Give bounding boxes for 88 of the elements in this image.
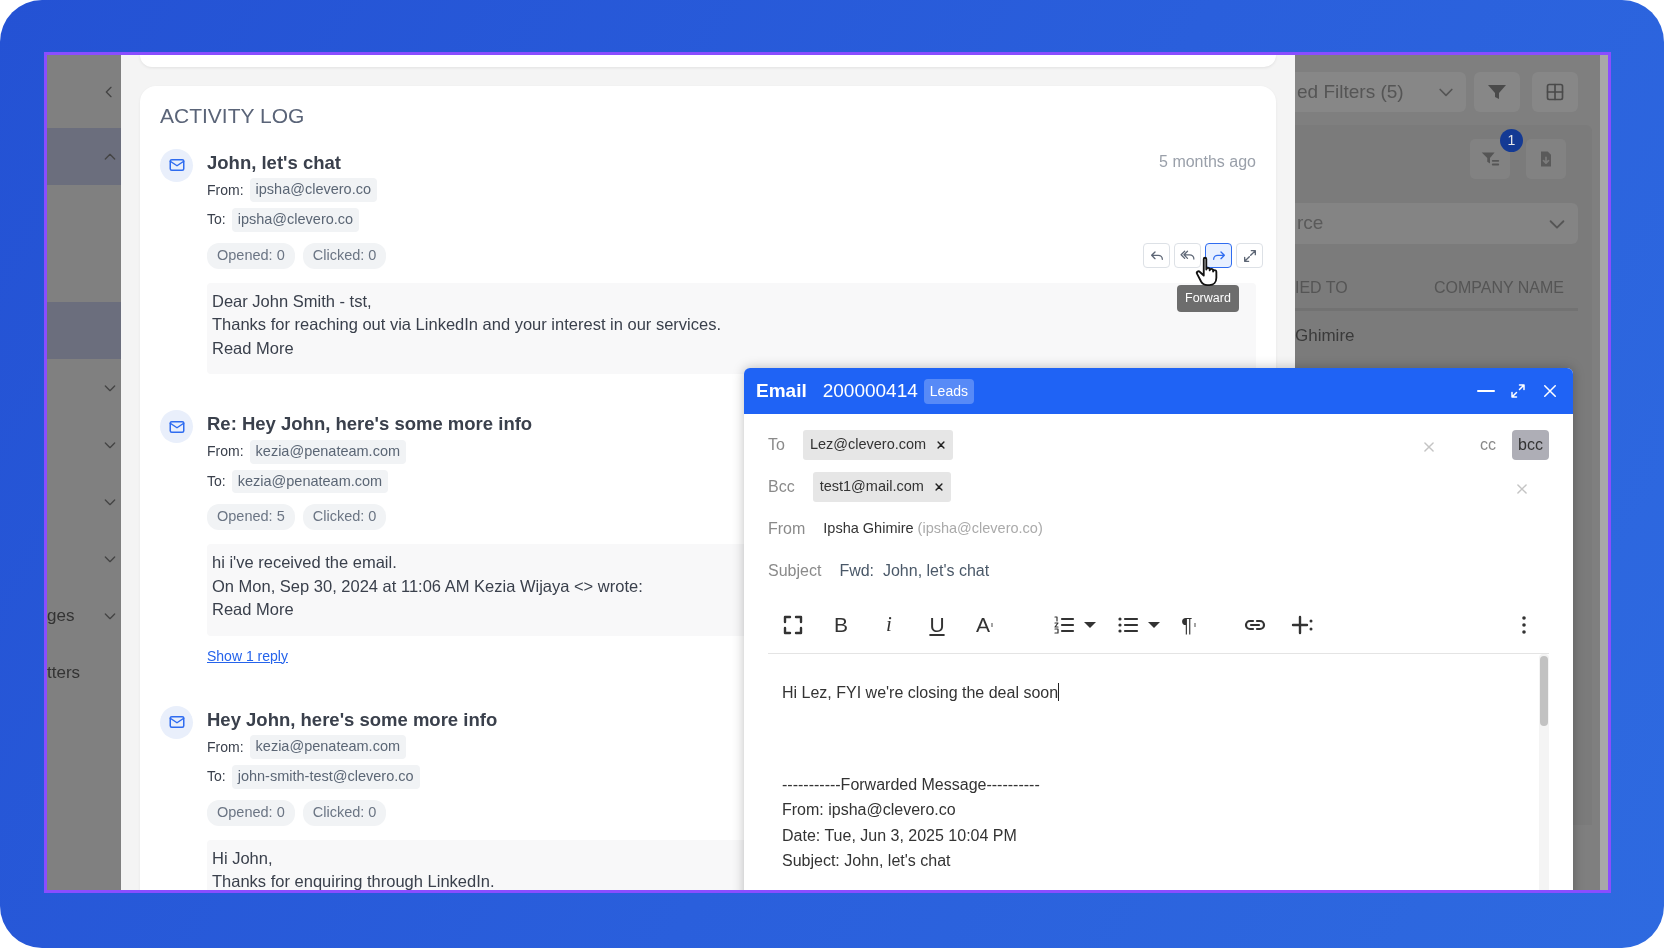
- forwarded-text: -----------Forwarded Message----------: [782, 774, 1041, 795]
- recipient-toggle[interactable]: cc: [1474, 430, 1503, 460]
- record-id: 200000414: [822, 378, 918, 403]
- tooltip: Forward: [1177, 285, 1239, 312]
- forwarded-text: From: ipsha@clevero.co: [782, 800, 957, 820]
- recipient-chip[interactable]: Lez@clevero.com: [802, 430, 954, 460]
- close-icon: [1515, 481, 1529, 496]
- read-more-link[interactable]: Read More: [212, 336, 294, 360]
- message-text[interactable]: Hi Lez, FYI we're closing the deal soon: [782, 680, 1525, 706]
- text-cursor: [1058, 683, 1060, 701]
- grid-view-button[interactable]: [1532, 72, 1578, 112]
- opened-count: Opened: 0: [207, 242, 295, 269]
- field-label: Bcc: [768, 477, 795, 497]
- export-button[interactable]: [1526, 139, 1566, 179]
- reply-button[interactable]: [1143, 243, 1170, 269]
- email-preview-text: Hi John,: [212, 847, 273, 869]
- minimize-icon: [1477, 389, 1495, 393]
- email-subject[interactable]: John, let's chat: [207, 148, 341, 177]
- close-icon: [1422, 439, 1437, 454]
- sender-name: Ipsha Ghimire: [823, 519, 914, 539]
- recipient-address: ipsha@clevero.co: [231, 208, 360, 232]
- close-button[interactable]: [1541, 382, 1559, 400]
- mail-icon: [167, 713, 186, 731]
- reply-all-button[interactable]: [1174, 243, 1201, 269]
- forwarded-text: Date: Tue, Jun 3, 2025 10:04 PM: [782, 825, 1018, 846]
- recipient-chip[interactable]: test1@mail.com: [812, 472, 951, 502]
- sender-address: kezia@penateam.com: [249, 735, 407, 759]
- field-label: To:: [207, 471, 226, 491]
- mail-icon: [167, 156, 186, 174]
- forwarded-text: Subject: John, let's chat: [782, 851, 952, 871]
- remove-icon: [936, 440, 947, 450]
- show-replies-link[interactable]: Show 1 reply: [207, 645, 288, 667]
- expand-button[interactable]: [1236, 243, 1263, 269]
- scroll-thumb[interactable]: [1540, 656, 1548, 726]
- underline-button[interactable]: U: [924, 608, 950, 641]
- field-label: From:: [207, 442, 244, 462]
- record-tag: Leads: [923, 378, 974, 404]
- section-title: ACTIVITY LOG: [160, 103, 306, 129]
- expand-arrows-icon: [1241, 247, 1258, 264]
- opened-count: Opened: 0: [207, 799, 295, 826]
- clicked-count: Clicked: 0: [302, 799, 387, 826]
- bold-button[interactable]: B: [828, 608, 854, 641]
- paragraph-format-button[interactable]: ¶: [1176, 608, 1202, 641]
- sender-address: (ipsha@clevero.co): [917, 519, 1043, 539]
- close-icon: [1541, 382, 1559, 400]
- field-label: To:: [207, 767, 226, 787]
- sender-address: kezia@penateam.com: [249, 439, 407, 464]
- sender-address: ipsha@clevero.co: [249, 178, 378, 202]
- subject-field[interactable]: Fwd: John, let's chat: [839, 559, 990, 583]
- field-label: From:: [207, 180, 244, 200]
- field-label: To: [768, 435, 785, 455]
- italic-button[interactable]: i: [876, 608, 902, 641]
- editor-scrollbar[interactable]: [1539, 654, 1549, 890]
- grid-icon: [1545, 82, 1565, 102]
- read-more-link[interactable]: Read More: [212, 598, 294, 622]
- font-size-button[interactable]: A: [972, 608, 998, 641]
- field-label: Subject: [768, 561, 822, 581]
- field-label: From:: [207, 737, 244, 757]
- scrollbar[interactable]: [1600, 55, 1608, 890]
- recipient-address: kezia@penateam.com: [231, 469, 389, 494]
- expand-arrows-icon: [1509, 382, 1527, 400]
- recipient-address: test1@mail.com: [819, 477, 924, 497]
- window-title: Email: [756, 378, 807, 403]
- minimize-button[interactable]: [1477, 389, 1495, 393]
- email-preview-text: hi i've received the email.: [212, 552, 397, 573]
- email-preview-text: Thanks for reaching out via LinkedIn and your interest in our services.: [212, 314, 722, 335]
- field-label: From: [768, 519, 806, 539]
- email-preview-text: On Mon, Sep 30, 2024 at 11:06 AM Kezia Wijaya <> wrote:: [212, 575, 643, 597]
- table-cell-text: Ghimire: [1295, 325, 1355, 347]
- filter-list-button[interactable]: [1470, 139, 1510, 179]
- field-label: To:: [207, 210, 226, 230]
- email-preview-text: Dear John Smith - tst,: [212, 290, 372, 312]
- email-subject[interactable]: Hey John, here's some more info: [207, 705, 498, 734]
- clicked-count: Clicked: 0: [302, 504, 387, 530]
- count-badge: 1: [1500, 129, 1523, 152]
- email-subject[interactable]: Re: Hey John, here's some more info: [207, 410, 533, 438]
- clicked-count: Clicked: 0: [302, 242, 387, 269]
- email-preview-text: Thanks for enquiring through LinkedIn.: [212, 871, 495, 890]
- recipient-toggle[interactable]: bcc: [1512, 430, 1549, 460]
- opened-count: Opened: 5: [207, 504, 295, 530]
- recipient-address: john-smith-test@clevero.co: [231, 765, 420, 789]
- recipient-address: Lez@clevero.com: [809, 435, 927, 455]
- filter-button[interactable]: [1474, 72, 1520, 112]
- forward-button[interactable]: [1205, 243, 1232, 269]
- more-icon: [1522, 615, 1526, 634]
- maximize-button[interactable]: [1509, 382, 1527, 400]
- remove-icon: [933, 482, 944, 492]
- timestamp: 5 months ago: [1159, 152, 1256, 173]
